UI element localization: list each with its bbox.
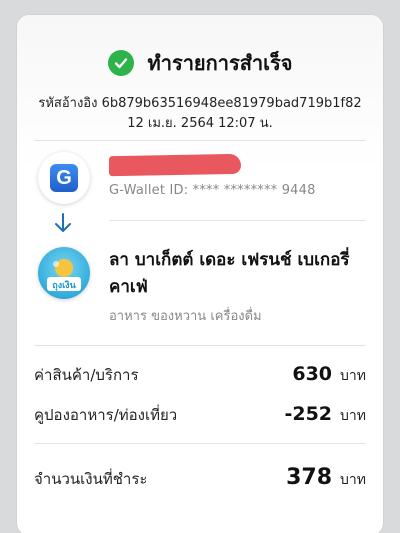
- reference-label: รหัสอ้างอิง: [38, 96, 98, 111]
- transaction-datetime: 12 เม.ย. 2564 12:07 น.: [127, 116, 273, 131]
- total-row: จำนวนเงินที่ชำระ 378 บาท: [34, 465, 366, 491]
- total-amount: 378: [286, 465, 333, 490]
- line-item-value: 630 บาท: [292, 363, 366, 387]
- divider: [34, 443, 366, 444]
- reference-row: รหัสอ้างอิง 6b879b63516948ee81979bad719b…: [17, 92, 383, 113]
- line-item-goods: ค่าสินค้า/บริการ 630 บาท: [34, 363, 366, 387]
- line-item-amount: -252: [284, 403, 333, 425]
- divider: [109, 220, 366, 221]
- merchant-category: อาหาร ของหวาน เครื่องดื่ม: [109, 309, 262, 324]
- line-item-amount: 630: [292, 363, 333, 385]
- g-wallet-logo-icon: G: [38, 152, 90, 204]
- line-item-label: คูปองอาหาร/ท่องเที่ยว: [34, 406, 178, 424]
- status-text: ทำรายการสำเร็จ: [147, 51, 293, 75]
- arrow-down-icon: [55, 213, 71, 232]
- status-row: ทำรายการสำเร็จ: [17, 47, 383, 79]
- total-unit: บาท: [340, 472, 366, 488]
- g-wallet-letter: G: [50, 164, 78, 192]
- divider: [34, 345, 366, 346]
- line-item-unit: บาท: [340, 368, 366, 384]
- redacted-sender-name: [109, 153, 241, 177]
- total-label: จำนวนเงินที่ชำระ: [34, 470, 148, 488]
- line-item-label: ค่าสินค้า/บริการ: [34, 366, 139, 384]
- line-item-unit: บาท: [340, 408, 366, 424]
- tung-ngern-logo-text: ถุงเงิน: [52, 280, 76, 291]
- tung-ngern-logo-icon: ถุงเงิน: [38, 247, 90, 299]
- merchant-name: ลา บาเก็ตต์ เดอะ เฟรนช์ เบเกอรี่ คาเฟ่: [109, 250, 350, 297]
- line-item-coupon: คูปองอาหาร/ท่องเที่ยว -252 บาท: [34, 403, 366, 427]
- receipt-card: ทำรายการสำเร็จ รหัสอ้างอิง 6b879b6351694…: [17, 15, 383, 533]
- divider: [34, 140, 366, 141]
- line-item-value: -252 บาท: [284, 403, 366, 427]
- wallet-id: G-Wallet ID: **** ******** 9448: [109, 183, 316, 198]
- reference-code: 6b879b63516948ee81979bad719b1f82: [101, 96, 362, 111]
- check-circle-icon: [107, 50, 134, 76]
- total-value: 378 บาท: [286, 465, 366, 491]
